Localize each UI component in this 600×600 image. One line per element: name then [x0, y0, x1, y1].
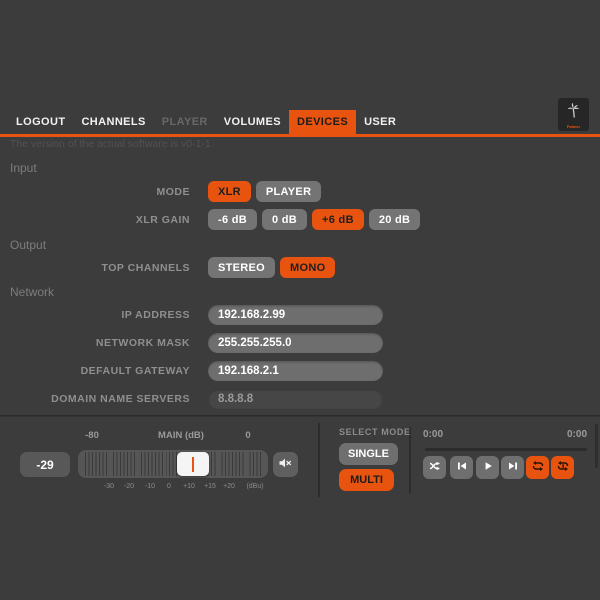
select-mode-label: SELECT MODE [339, 427, 411, 437]
repeat-icon [532, 460, 544, 475]
multi-mode-button[interactable]: MULTI [339, 469, 394, 491]
repeat-button[interactable] [526, 456, 549, 479]
ip-address-row: IP ADDRESS [0, 304, 600, 325]
shuffle-button[interactable] [423, 456, 446, 479]
mode-row: MODE XLR PLAYER [0, 181, 600, 202]
shuffle-icon [429, 460, 441, 475]
slider-ribs [85, 452, 261, 476]
gain-0-button[interactable]: 0 dB [262, 209, 307, 230]
top-channels-button-group: STEREO MONO [208, 257, 335, 278]
mode-label: MODE [0, 186, 190, 198]
tab-user[interactable]: USER [356, 110, 404, 134]
tab-player[interactable]: PLAYER [154, 110, 216, 134]
repeat-one-button[interactable] [551, 456, 574, 479]
meter-min-label: -80 [85, 430, 99, 441]
elapsed-time: 0:00 [423, 429, 443, 440]
palm-tree-icon [566, 101, 582, 124]
skip-forward-icon [507, 460, 519, 475]
ip-address-field[interactable] [208, 305, 383, 325]
section-title-network: Network [10, 285, 54, 299]
mode-button-group: XLR PLAYER [208, 181, 321, 202]
xlr-gain-button-group: -6 dB 0 dB +6 dB 20 dB [208, 209, 420, 230]
default-gateway-field[interactable] [208, 361, 383, 381]
tab-devices[interactable]: DEVICES [289, 110, 356, 134]
scale-tick: -30 [104, 483, 114, 490]
top-channels-row: TOP CHANNELS STEREO MONO [0, 257, 600, 278]
ip-address-label: IP ADDRESS [0, 309, 190, 321]
gain-20-button[interactable]: 20 dB [369, 209, 420, 230]
main-level-slider-track[interactable] [78, 450, 268, 478]
gain-plus6-button[interactable]: +6 dB [312, 209, 364, 230]
meter-title: MAIN (dB) [158, 430, 204, 441]
tab-logout[interactable]: LOGOUT [8, 110, 73, 134]
logo-brand-text: Palmer [567, 125, 580, 129]
main-level-slider-thumb[interactable] [177, 452, 209, 476]
network-mask-row: NETWORK MASK [0, 332, 600, 353]
mute-button[interactable] [273, 452, 298, 477]
section-title-output: Output [10, 238, 46, 252]
scale-tick: (dBu) [246, 483, 263, 490]
xlr-gain-label: XLR GAIN [0, 214, 190, 226]
dns-row: DOMAIN NAME SERVERS [0, 388, 600, 409]
scale-tick: -20 [124, 483, 134, 490]
stereo-button[interactable]: STEREO [208, 257, 275, 278]
scale-tick: +10 [183, 483, 195, 490]
tab-volumes[interactable]: VOLUMES [216, 110, 289, 134]
scale-tick: 0 [167, 483, 171, 490]
section-title-input: Input [10, 161, 37, 175]
total-time: 0:00 [549, 429, 587, 440]
mono-button[interactable]: MONO [280, 257, 335, 278]
network-mask-field[interactable] [208, 333, 383, 353]
repeat-one-icon [557, 460, 569, 475]
mode-xlr-button[interactable]: XLR [208, 181, 251, 202]
scale-tick: +20 [223, 483, 235, 490]
dns-field[interactable] [208, 389, 383, 409]
xlr-gain-row: XLR GAIN -6 dB 0 dB +6 dB 20 dB [0, 209, 600, 230]
accent-divider [0, 134, 600, 137]
footer-divider [0, 415, 600, 417]
network-mask-label: NETWORK MASK [0, 337, 190, 349]
meter-max-label: 0 [245, 430, 250, 441]
palmer-logo: Palmer [558, 98, 589, 131]
previous-track-button[interactable] [450, 456, 473, 479]
main-level-value-button[interactable]: -29 [20, 452, 70, 477]
default-gateway-label: DEFAULT GATEWAY [0, 365, 190, 377]
main-nav: LOGOUT CHANNELS PLAYER VOLUMES DEVICES U… [8, 110, 404, 134]
next-track-button[interactable] [501, 456, 524, 479]
skip-back-icon [456, 460, 468, 475]
scale-tick: +15 [204, 483, 216, 490]
playback-progress-bar[interactable] [425, 448, 587, 451]
tab-channels[interactable]: CHANNELS [73, 110, 153, 134]
device-settings-screen: LOGOUT CHANNELS PLAYER VOLUMES DEVICES U… [0, 0, 600, 600]
scale-tick: -10 [145, 483, 155, 490]
single-mode-button[interactable]: SINGLE [339, 443, 398, 465]
play-icon [482, 460, 494, 475]
speaker-muted-icon [279, 457, 292, 472]
footer-divider-left [318, 423, 320, 497]
mode-player-button[interactable]: PLAYER [256, 181, 321, 202]
dns-label: DOMAIN NAME SERVERS [0, 393, 190, 405]
slider-thumb-mark [192, 457, 194, 472]
top-channels-label: TOP CHANNELS [0, 262, 190, 274]
scrollbar-thumb[interactable] [595, 424, 598, 468]
play-button[interactable] [476, 456, 499, 479]
software-version-text: The version of the actual software is v0… [10, 138, 214, 150]
gain-minus6-button[interactable]: -6 dB [208, 209, 257, 230]
default-gateway-row: DEFAULT GATEWAY [0, 360, 600, 381]
